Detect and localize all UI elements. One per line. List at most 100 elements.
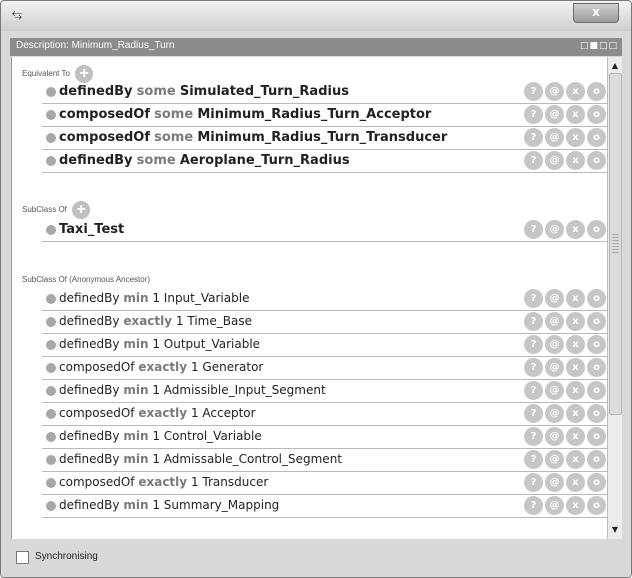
annotate-icon[interactable]: @: [545, 450, 564, 469]
annotate-icon[interactable]: @: [545, 220, 564, 239]
explain-icon[interactable]: ?: [524, 312, 543, 331]
edit-icon[interactable]: o: [587, 381, 606, 400]
edit-icon[interactable]: o: [587, 358, 606, 377]
axiom-target: Simulated_Turn_Radius: [179, 84, 349, 99]
edit-icon[interactable]: o: [587, 105, 606, 124]
annotate-icon[interactable]: @: [545, 335, 564, 354]
explain-icon[interactable]: ?: [524, 220, 543, 239]
axiom-row[interactable]: composedOf some Minimum_Radius_Turn_Tran…: [42, 127, 608, 150]
axiom-row[interactable]: composedOf some Minimum_Radius_Turn_Acce…: [42, 104, 608, 127]
axiom-row[interactable]: composedOf exactly 1 Transducer ? @ x o: [42, 472, 608, 495]
annotate-icon[interactable]: @: [545, 404, 564, 423]
row-actions: ? @ x o: [522, 312, 606, 332]
axiom-target: Admissible_Input_Segment: [163, 383, 326, 397]
delete-icon[interactable]: x: [566, 289, 585, 308]
delete-icon[interactable]: x: [566, 404, 585, 423]
axiom-row[interactable]: definedBy min 1 Output_Variable ? @ x o: [42, 334, 608, 357]
edit-icon[interactable]: o: [587, 289, 606, 308]
axiom-text: definedBy min 1 Summary_Mapping: [59, 498, 279, 512]
annotate-icon[interactable]: @: [545, 312, 564, 331]
annotate-icon[interactable]: @: [545, 289, 564, 308]
annotate-icon[interactable]: @: [545, 151, 564, 170]
delete-icon[interactable]: x: [566, 151, 585, 170]
axiom-text: definedBy min 1 Admissable_Control_Segme…: [59, 452, 342, 466]
axiom-row[interactable]: composedOf exactly 1 Generator ? @ x o: [42, 357, 608, 380]
explain-icon[interactable]: ?: [524, 381, 543, 400]
row-actions: ? @ x o: [522, 358, 606, 378]
scroll-up-icon[interactable]: ▲: [608, 59, 622, 73]
row-actions: ? @ x o: [522, 220, 606, 240]
annotate-icon[interactable]: @: [545, 128, 564, 147]
axiom-row[interactable]: definedBy min 1 Admissible_Input_Segment…: [42, 380, 608, 403]
bullet-icon: [46, 156, 56, 166]
annotate-icon[interactable]: @: [545, 473, 564, 492]
annotate-icon[interactable]: @: [545, 496, 564, 515]
axiom-row[interactable]: definedBy min 1 Summary_Mapping ? @ x o: [42, 495, 608, 518]
scroll-thumb[interactable]: [609, 73, 622, 415]
axiom-target: Aeroplane_Turn_Radius: [179, 153, 350, 168]
axiom-kw: min: [123, 383, 149, 397]
axiom-row[interactable]: definedBy min 1 Control_Variable ? @ x o: [42, 426, 608, 449]
explain-icon[interactable]: ?: [524, 82, 543, 101]
delete-icon[interactable]: x: [566, 82, 585, 101]
axiom-row[interactable]: composedOf exactly 1 Acceptor ? @ x o: [42, 403, 608, 426]
axiom-row[interactable]: definedBy min 1 Input_Variable ? @ x o: [42, 288, 608, 311]
scroll-down-icon[interactable]: ▼: [608, 523, 622, 537]
delete-icon[interactable]: x: [566, 450, 585, 469]
annotate-icon[interactable]: @: [545, 381, 564, 400]
edit-icon[interactable]: o: [587, 128, 606, 147]
add-superclass-button[interactable]: +: [72, 201, 91, 219]
explain-icon[interactable]: ?: [524, 128, 543, 147]
synchronising-checkbox[interactable]: [16, 551, 29, 564]
edit-icon[interactable]: o: [587, 151, 606, 170]
edit-icon[interactable]: o: [587, 427, 606, 446]
explain-icon[interactable]: ?: [524, 151, 543, 170]
axiom-kw: min: [123, 452, 149, 466]
edit-icon[interactable]: o: [587, 473, 606, 492]
axiom-text: composedOf exactly 1 Transducer: [59, 475, 268, 489]
bullet-icon: [46, 386, 56, 396]
delete-icon[interactable]: x: [566, 220, 585, 239]
edit-icon[interactable]: o: [587, 220, 606, 239]
axiom-row[interactable]: definedBy exactly 1 Time_Base ? @ x o: [42, 311, 608, 334]
close-button[interactable]: x: [573, 3, 619, 23]
axiom-row[interactable]: definedBy min 1 Admissable_Control_Segme…: [42, 449, 608, 472]
delete-icon[interactable]: x: [566, 358, 585, 377]
axiom-num: 1: [152, 337, 160, 351]
delete-icon[interactable]: x: [566, 312, 585, 331]
annotate-icon[interactable]: @: [545, 427, 564, 446]
annotate-icon[interactable]: @: [545, 105, 564, 124]
explain-icon[interactable]: ?: [524, 105, 543, 124]
axiom-row[interactable]: definedBy some Aeroplane_Turn_Radius ? @ x…: [42, 150, 608, 173]
explain-icon[interactable]: ?: [524, 335, 543, 354]
annotate-icon[interactable]: @: [545, 82, 564, 101]
panel-view-controls[interactable]: □■□□: [580, 41, 618, 51]
axiom-row[interactable]: Taxi_Test ? @ x o: [42, 219, 608, 242]
explain-icon[interactable]: ?: [524, 289, 543, 308]
explain-icon[interactable]: ?: [524, 450, 543, 469]
explain-icon[interactable]: ?: [524, 496, 543, 515]
axiom-row[interactable]: definedBy some Simulated_Turn_Radius ? @ x…: [42, 81, 608, 104]
explain-icon[interactable]: ?: [524, 473, 543, 492]
delete-icon[interactable]: x: [566, 128, 585, 147]
delete-icon[interactable]: x: [566, 427, 585, 446]
edit-icon[interactable]: o: [587, 450, 606, 469]
row-actions: ? @ x o: [522, 82, 606, 102]
annotate-icon[interactable]: @: [545, 358, 564, 377]
explain-icon[interactable]: ?: [524, 404, 543, 423]
edit-icon[interactable]: o: [587, 82, 606, 101]
delete-icon[interactable]: x: [566, 105, 585, 124]
edit-icon[interactable]: o: [587, 335, 606, 354]
edit-icon[interactable]: o: [587, 404, 606, 423]
explain-icon[interactable]: ?: [524, 358, 543, 377]
delete-icon[interactable]: x: [566, 381, 585, 400]
delete-icon[interactable]: x: [566, 496, 585, 515]
axiom-kw: some: [136, 84, 176, 99]
edit-icon[interactable]: o: [587, 496, 606, 515]
vertical-scrollbar[interactable]: ▲ ▼: [607, 57, 622, 539]
edit-icon[interactable]: o: [587, 312, 606, 331]
delete-icon[interactable]: x: [566, 335, 585, 354]
explain-icon[interactable]: ?: [524, 427, 543, 446]
delete-icon[interactable]: x: [566, 473, 585, 492]
section-label: Equivalent To: [22, 69, 70, 79]
